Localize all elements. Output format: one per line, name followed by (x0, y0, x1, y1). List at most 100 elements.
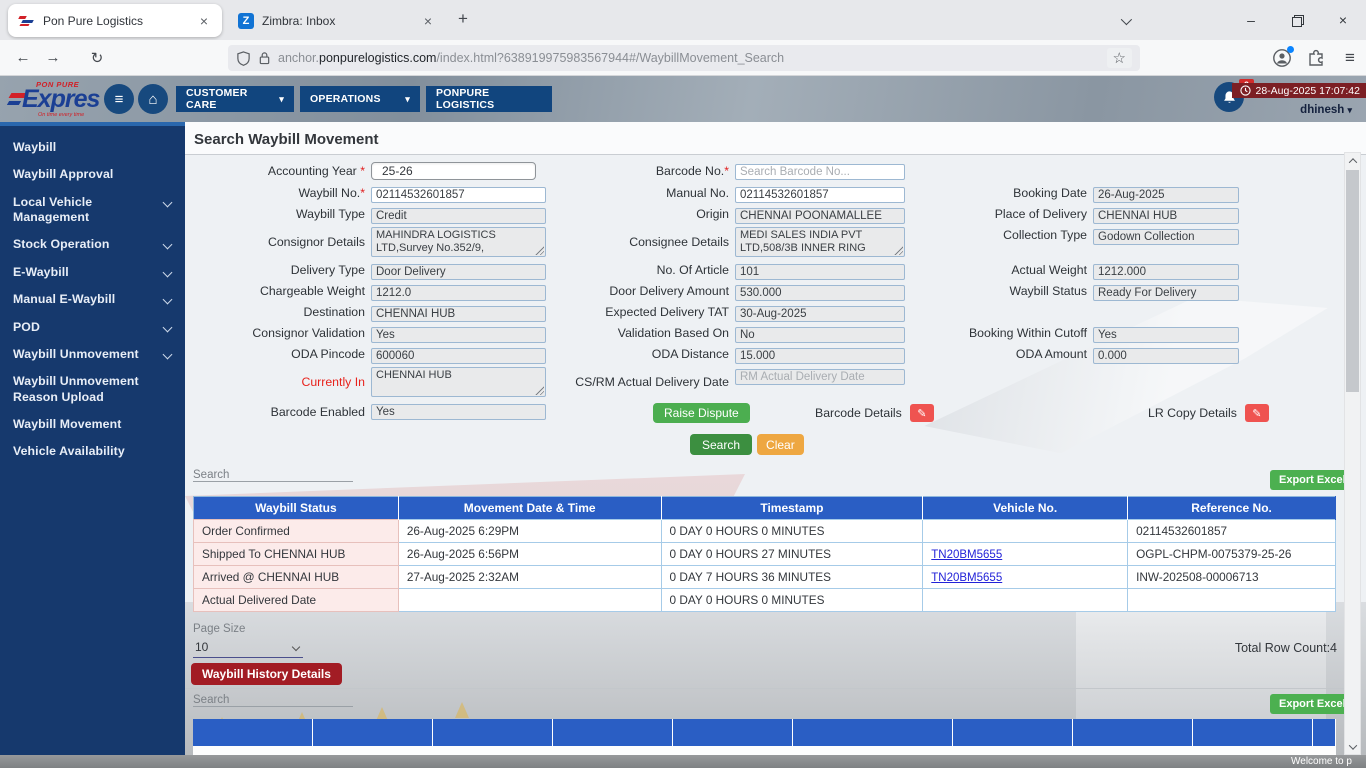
col-vehicle-no[interactable]: Vehicle No. (922, 496, 1129, 520)
sidebar-item-waybill-unmovement-reason-upload[interactable]: Waybill Unmovement Reason Upload (0, 368, 185, 411)
close-window-button[interactable]: × (1320, 12, 1366, 28)
raise-dispute-button[interactable]: Raise Dispute (653, 403, 750, 423)
table-search-input[interactable]: Search (193, 469, 353, 482)
sidebar-item-pod[interactable]: POD (0, 314, 185, 341)
search-button[interactable]: Search (690, 434, 753, 455)
sidebar-item-waybill[interactable]: Waybill (0, 134, 185, 161)
no-of-article-field (735, 264, 905, 280)
sidebar-item-e-waybill[interactable]: E-Waybill (0, 259, 185, 286)
forward-icon[interactable]: → (38, 49, 68, 66)
lr-copy-details-edit-button[interactable]: ✎ (1244, 404, 1269, 422)
barcode-details-label: Barcode Details (815, 406, 902, 420)
barcode-enabled-field (371, 404, 546, 420)
history-table-header (193, 719, 1337, 746)
sidebar-item-local-vehicle-management[interactable]: Local Vehicle Management (0, 189, 185, 232)
browser-menu-icon[interactable]: ≡ (1340, 48, 1360, 68)
browser-tab-zimbra[interactable]: Z Zimbra: Inbox × (228, 4, 446, 37)
sidebar-item-manual-e-waybill[interactable]: Manual E-Waybill (0, 286, 185, 313)
app-header: PON PURE Expres On time every time ≡ ⌂ C… (0, 76, 1366, 122)
tracking-shield-icon[interactable] (236, 50, 251, 66)
consignee-details-textarea: MEDI SALES INDIA PVT LTD,508/3B INNER RI… (735, 227, 905, 257)
menu-toggle-button[interactable]: ≡ (104, 84, 134, 114)
nav-ponpure-logistics[interactable]: PONPURE LOGISTICS (426, 86, 552, 112)
vertical-scrollbar[interactable] (1344, 152, 1361, 755)
ponpure-favicon (18, 14, 35, 27)
page-title: Search Waybill Movement (194, 131, 379, 148)
total-row-count: Total Row Count:4 (1234, 641, 1337, 655)
reload-icon[interactable]: ↻ (82, 49, 112, 67)
waybill-status-field (1093, 285, 1239, 301)
col-waybill-status[interactable]: Waybill Status (193, 496, 399, 520)
tab-close-icon[interactable]: × (196, 13, 212, 29)
extensions-puzzle-icon[interactable] (1306, 48, 1326, 68)
lock-icon[interactable] (258, 51, 271, 65)
page-size-label: Page Size (193, 623, 246, 635)
currently-in-textarea: CHENNAI HUB (371, 367, 546, 397)
user-menu[interactable]: dhinesh ▾ (1300, 104, 1352, 116)
oda-amount-field (1093, 348, 1239, 364)
url-bar[interactable]: anchor.ponpurelogistics.com/index.html?6… (228, 45, 1140, 71)
actual-weight-field (1093, 264, 1239, 280)
sidebar-item-waybill-unmovement[interactable]: Waybill Unmovement (0, 341, 185, 368)
tab-list-icon[interactable] (1102, 12, 1148, 28)
oda-distance-field (735, 348, 905, 364)
scrollbar-thumb[interactable] (1346, 170, 1359, 392)
page-size-select[interactable]: 10 (193, 638, 303, 658)
col-movement-datetime[interactable]: Movement Date & Time (398, 496, 662, 520)
vehicle-link[interactable]: TN20BM5655 (931, 549, 1002, 561)
chevron-down-icon (162, 197, 173, 208)
chevron-down-icon (291, 642, 301, 652)
scroll-up-icon[interactable] (1345, 153, 1360, 168)
chevron-down-icon: ▾ (279, 93, 284, 104)
booking-date-field (1093, 187, 1239, 203)
barcode-details-edit-button[interactable]: ✎ (909, 404, 934, 422)
nav-operations[interactable]: OPERATIONS ▾ (300, 86, 420, 112)
barcode-no-input[interactable] (735, 164, 905, 180)
new-tab-button[interactable]: + (458, 9, 468, 29)
manual-no-input[interactable] (735, 187, 905, 203)
browser-tab-ponpure[interactable]: Pon Pure Logistics × (8, 4, 222, 37)
scroll-down-icon[interactable] (1345, 739, 1360, 754)
waybill-no-input[interactable] (371, 187, 546, 203)
account-icon[interactable] (1272, 46, 1294, 68)
waybill-search-form: Accounting Year * 25-26 Waybill No.* Way… (185, 162, 1239, 422)
back-icon[interactable]: ← (8, 49, 38, 66)
sidebar-item-vehicle-availability[interactable]: Vehicle Availability (0, 438, 185, 465)
history-search-input[interactable]: Search (193, 694, 353, 707)
nav-customer-care[interactable]: CUSTOMER CARE ▾ (176, 86, 294, 112)
consignor-details-textarea: MAHINDRA LOGISTICS LTD,Survey No.352/9, … (371, 227, 546, 257)
chevron-down-icon (162, 239, 173, 250)
expected-delivery-tat-field (735, 306, 905, 322)
hamburger-icon: ≡ (114, 90, 124, 108)
datetime-strip: 28-Aug-2025 17:07:42 (1232, 83, 1366, 98)
door-delivery-amount-field (735, 285, 905, 301)
ponpure-expres-logo: PON PURE Expres On time every time (6, 79, 108, 119)
sidebar-item-waybill-approval[interactable]: Waybill Approval (0, 161, 185, 188)
chevron-down-icon: ▾ (1347, 105, 1352, 115)
status-bar: Welcome to p (0, 755, 1366, 768)
logo-tagline: On time every time (38, 112, 85, 118)
col-timestamp[interactable]: Timestamp (661, 496, 924, 520)
col-reference-no[interactable]: Reference No. (1127, 496, 1336, 520)
minimize-button[interactable]: – (1228, 12, 1274, 28)
place-of-delivery-field (1093, 208, 1239, 224)
tab-close-icon[interactable]: × (420, 13, 436, 29)
accounting-year-select[interactable]: 25-26 (371, 162, 536, 180)
movement-table: Waybill Status Movement Date & Time Time… (193, 496, 1336, 612)
export-excel-button-2[interactable]: Export Excel (1270, 694, 1355, 714)
home-button[interactable]: ⌂ (138, 84, 168, 114)
logo-main-text: Expres (22, 85, 100, 113)
sidebar-item-waybill-movement[interactable]: Waybill Movement (0, 411, 185, 438)
export-excel-button[interactable]: Export Excel (1270, 470, 1355, 490)
sidebar-item-stock-operation[interactable]: Stock Operation (0, 231, 185, 258)
cs-rm-actual-delivery-date-input[interactable] (735, 369, 905, 385)
clear-button[interactable]: Clear (757, 434, 804, 455)
window-controls: – × (1102, 0, 1366, 40)
pencil-icon: ✎ (917, 407, 927, 420)
table-header-row: Waybill Status Movement Date & Time Time… (193, 496, 1336, 520)
waybill-history-details-button[interactable]: Waybill History Details (191, 663, 342, 685)
table-row: Arrived @ CHENNAI HUB 27-Aug-2025 2:32AM… (193, 565, 1336, 589)
restore-button[interactable] (1274, 12, 1320, 28)
vehicle-link[interactable]: TN20BM5655 (931, 572, 1002, 584)
bookmark-star-icon[interactable]: ☆ (1106, 48, 1132, 68)
